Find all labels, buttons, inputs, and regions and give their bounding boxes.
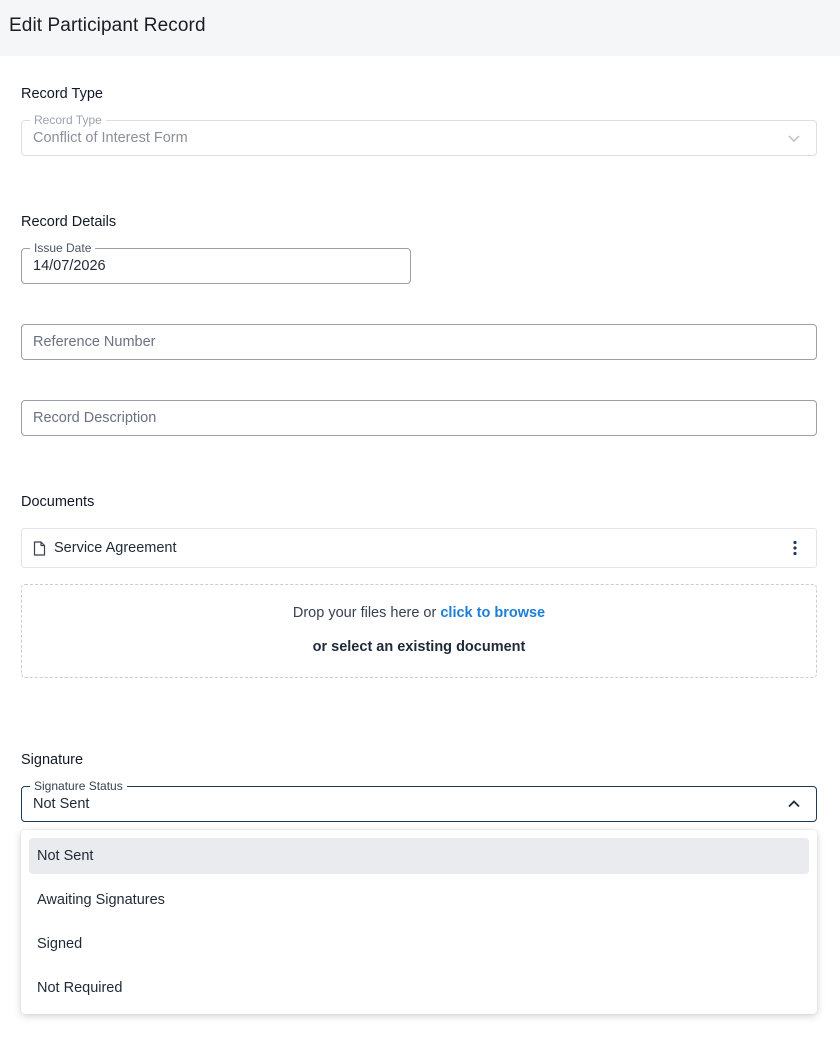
document-name: Service Agreement: [54, 540, 177, 556]
record-description-field[interactable]: [21, 400, 817, 436]
reference-number-field[interactable]: [21, 324, 817, 360]
signature-status-select[interactable]: Signature Status Not Sent: [21, 779, 817, 822]
signature-section-label: Signature: [21, 752, 84, 768]
signature-status-legend: Signature Status: [30, 779, 127, 793]
file-dropzone[interactable]: Drop your files here or click to browse …: [21, 584, 817, 678]
menu-option-signed[interactable]: Signed: [29, 926, 809, 962]
menu-option-not-required[interactable]: Not Required: [29, 970, 809, 1006]
dropzone-prefix: Drop your files here or: [292, 605, 441, 621]
record-type-section-label: Record Type: [21, 86, 103, 102]
record-description-input[interactable]: [33, 410, 748, 426]
record-type-select[interactable]: Record Type Conflict of Interest Form: [21, 113, 817, 156]
file-icon: [33, 541, 46, 556]
menu-option-not-sent[interactable]: Not Sent: [29, 838, 809, 874]
page-title: Edit Participant Record: [9, 15, 206, 36]
chevron-down-icon: [788, 135, 800, 142]
select-existing-document-link[interactable]: or select an existing document: [22, 639, 816, 655]
record-type-legend: Record Type: [30, 113, 106, 127]
issue-date-value: 14/07/2026: [33, 258, 106, 274]
dropzone-text: Drop your files here or click to browse: [22, 605, 816, 621]
document-row[interactable]: Service Agreement: [21, 528, 817, 568]
record-details-section-label: Record Details: [21, 214, 117, 230]
signature-status-value: Not Sent: [33, 796, 90, 812]
more-options-icon[interactable]: [792, 540, 798, 556]
record-type-value: Conflict of Interest Form: [33, 130, 188, 146]
issue-date-field[interactable]: Issue Date 14/07/2026: [21, 241, 411, 284]
reference-number-input[interactable]: [33, 334, 748, 350]
chevron-up-icon: [788, 800, 800, 808]
browse-link[interactable]: click to browse: [440, 605, 545, 621]
signature-status-menu: Not Sent Awaiting Signatures Signed Not …: [21, 830, 817, 1014]
issue-date-legend: Issue Date: [30, 241, 96, 255]
menu-option-awaiting-signatures[interactable]: Awaiting Signatures: [29, 882, 809, 918]
header-bar: Edit Participant Record: [0, 0, 840, 56]
documents-section-label: Documents: [21, 494, 95, 510]
